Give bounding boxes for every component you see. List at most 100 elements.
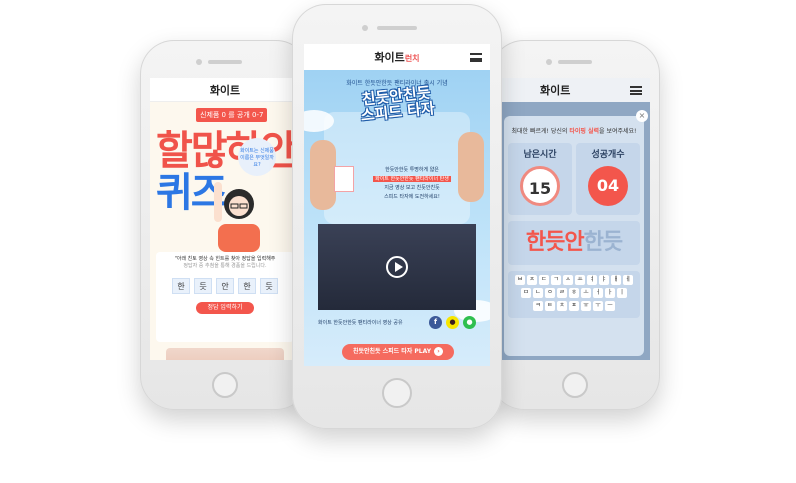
keyboard-key[interactable]: ㅗ xyxy=(581,288,591,298)
play-button-label: 친듯안친듯 스피드 타자 PLAY xyxy=(352,348,432,355)
keyboard-key[interactable]: ㅐ xyxy=(611,275,621,285)
keyboard-key[interactable]: ㅋ xyxy=(533,301,543,311)
speaker xyxy=(377,26,417,30)
success-value: 04 xyxy=(588,166,628,206)
event-page: 화이트 한듯안한듯 팬티라이너 출시 기념 친듯안친듯 스피드 타자 한듯안한듯… xyxy=(304,70,490,366)
answer-tile[interactable]: 듯 xyxy=(260,278,278,294)
game-instruction: 최대한 빠르게! 당신의 타이핑 실력을 보여주세요! xyxy=(504,116,644,135)
game-overlay: 최대한 빠르게! 당신의 타이핑 실력을 보여주세요! 남은시간 15 성공개수… xyxy=(500,102,650,360)
model-photo xyxy=(166,348,284,360)
logo-tag: 런치 xyxy=(404,54,420,63)
video-player[interactable] xyxy=(318,224,476,310)
keyboard-key[interactable]: ㅛ xyxy=(575,275,585,285)
desc-line: 지금 영상 보고 친듯안친듯 xyxy=(384,185,440,191)
play-icon[interactable] xyxy=(386,256,408,278)
close-icon[interactable]: × xyxy=(636,110,648,122)
keyboard-key[interactable]: ㅓ xyxy=(593,288,603,298)
keyboard-key[interactable]: ㅕ xyxy=(587,275,597,285)
keyboard-key[interactable]: ㄹ xyxy=(557,288,567,298)
keyboard-row: ㅋㅌㅊㅍㅠㅜㅡ xyxy=(512,301,636,311)
success-label: 성공개수 xyxy=(591,150,625,160)
phone-center: 화이트런치 화이트 한듯안한듯 팬티라이너 출시 기념 친듯안친듯 스피드 타자… xyxy=(292,4,502,429)
camera-dot xyxy=(196,59,202,65)
answer-tile[interactable]: 한 xyxy=(238,278,256,294)
keyboard-key[interactable]: ㅔ xyxy=(623,275,633,285)
brand-logo[interactable]: 화이트 xyxy=(210,82,240,98)
keyboard-key[interactable]: ㅜ xyxy=(593,301,603,311)
game-stats: 남은시간 15 성공개수 04 xyxy=(504,135,644,215)
time-value: 15 xyxy=(520,166,560,206)
kakao-icon[interactable]: ● xyxy=(446,316,459,329)
keyboard-key[interactable]: ㅅ xyxy=(563,275,573,285)
desc-line: 한듯안한듯 투명하게 얇은 xyxy=(385,167,439,173)
keyboard-key[interactable]: ㅎ xyxy=(569,288,579,298)
card-subtext: 정답자 중 추첨을 통해 경품을 드립니다. xyxy=(183,263,267,269)
left-hand-image xyxy=(310,140,336,210)
share-row: 화이트 한듯안한듯 팬티라이너 영상 공유 f ● ● xyxy=(318,316,476,329)
site-header: 화이트런치 xyxy=(304,44,490,70)
camera-dot xyxy=(546,59,552,65)
play-game-button[interactable]: 친듯안친듯 스피드 타자 PLAY › xyxy=(342,344,454,360)
keyboard-key[interactable]: ㄱ xyxy=(551,275,561,285)
menu-icon[interactable] xyxy=(470,53,482,62)
speaker xyxy=(558,60,592,64)
logo-text: 화이트 xyxy=(374,51,405,64)
desc-highlight: 화이트 한듯안한듯 팬티라이너 탄생 xyxy=(373,176,451,182)
brand-logo[interactable]: 화이트 xyxy=(540,82,570,98)
hangul-keyboard: ㅂㅈㄷㄱㅅㅛㅕㅑㅐㅔㅁㄴㅇㄹㅎㅗㅓㅏㅣㅋㅌㅊㅍㅠㅜㅡ xyxy=(508,271,640,318)
instruction-text: 최대한 빠르게! 당신의 xyxy=(511,128,570,135)
event-description: 한듯안한듯 투명하게 얇은 화이트 한듯안한듯 팬티라이너 탄생 지금 영상 보… xyxy=(364,166,460,202)
keyboard-row: ㅁㄴㅇㄹㅎㅗㅓㅏㅣ xyxy=(512,288,636,298)
phone-right: 화이트 최대한 빠르게! 당신의 타이핑 실력을 보여주세요! 남은시간 15 … xyxy=(490,40,660,410)
right-hand-image xyxy=(458,132,484,202)
submit-answer-button[interactable]: 정답 입력하기 xyxy=(196,302,254,314)
answer-tile[interactable]: 듯 xyxy=(194,278,212,294)
keyboard-key[interactable]: ㅂ xyxy=(515,275,525,285)
question-bubble: 화이트는 신제품 이름은 무엇일까요? xyxy=(238,138,276,176)
keyboard-key[interactable]: ㅈ xyxy=(527,275,537,285)
facebook-icon[interactable]: f xyxy=(429,316,442,329)
keyboard-row: ㅂㅈㄷㄱㅅㅛㅕㅑㅐㅔ xyxy=(512,275,636,285)
speaker xyxy=(208,60,242,64)
woman-illustration xyxy=(214,182,260,252)
site-header: 화이트 xyxy=(500,78,650,102)
brand-logo[interactable]: 화이트런치 xyxy=(374,49,419,65)
typing-game-screen: 화이트 최대한 빠르게! 당신의 타이핑 실력을 보여주세요! 남은시간 15 … xyxy=(500,78,650,360)
arrow-right-icon: › xyxy=(434,347,444,356)
answer-tile[interactable]: 안 xyxy=(216,278,234,294)
keyboard-key[interactable]: ㅊ xyxy=(557,301,567,311)
keyboard-key[interactable]: ㅏ xyxy=(605,288,615,298)
keyboard-key[interactable]: ㅌ xyxy=(545,301,555,311)
quiz-screen: 화이트 신제품 0 를 공개 0-7 할많하안 퀴즈 화이트는 신제품 이름은 … xyxy=(150,78,300,360)
mockup-stage: 화이트 신제품 0 를 공개 0-7 할많하안 퀴즈 화이트는 신제품 이름은 … xyxy=(0,0,796,483)
time-remaining-box: 남은시간 15 xyxy=(508,143,572,215)
quiz-page: 신제품 0 를 공개 0-7 할많하안 퀴즈 화이트는 신제품 이름은 무엇일까… xyxy=(150,102,300,360)
target-word: 한듯안한듯 xyxy=(508,221,640,265)
keyboard-key[interactable]: ㅑ xyxy=(599,275,609,285)
time-label: 남은시간 xyxy=(523,150,557,160)
keyboard-key[interactable]: ㅡ xyxy=(605,301,615,311)
event-main-screen: 화이트런치 화이트 한듯안한듯 팬티라이너 출시 기념 친듯안친듯 스피드 타자… xyxy=(304,44,490,366)
product-package-image xyxy=(334,166,354,192)
success-count-box: 성공개수 04 xyxy=(576,143,640,215)
menu-icon[interactable] xyxy=(630,85,642,95)
camera-dot xyxy=(362,25,368,31)
card-instruction: "아래 친토 영상 속 힌트를 찾아 정답을 입력해주 xyxy=(174,256,276,262)
keyboard-key[interactable]: ㄷ xyxy=(539,275,549,285)
keyboard-key[interactable]: ㅠ xyxy=(581,301,591,311)
game-panel: 최대한 빠르게! 당신의 타이핑 실력을 보여주세요! 남은시간 15 성공개수… xyxy=(504,116,644,356)
keyboard-key[interactable]: ㄴ xyxy=(533,288,543,298)
keyboard-key[interactable]: ㅣ xyxy=(617,288,627,298)
answer-card: "아래 친토 영상 속 힌트를 찾아 정답을 입력해주 정답자 중 추첨을 통해… xyxy=(156,252,294,342)
keyboard-key[interactable]: ㅁ xyxy=(521,288,531,298)
desc-line: 스피드 타자에 도전하세요! xyxy=(384,194,440,200)
answer-tiles: 한 듯 안 한 듯 xyxy=(160,278,290,294)
site-header: 화이트 xyxy=(150,78,300,102)
line-icon[interactable]: ● xyxy=(463,316,476,329)
keyboard-key[interactable]: ㅇ xyxy=(545,288,555,298)
phone-left: 화이트 신제품 0 를 공개 0-7 할많하안 퀴즈 화이트는 신제품 이름은 … xyxy=(140,40,310,410)
home-button xyxy=(212,372,238,398)
share-text: 화이트 한듯안한듯 팬티라이너 영상 공유 xyxy=(318,320,403,326)
answer-tile[interactable]: 한 xyxy=(172,278,190,294)
keyboard-key[interactable]: ㅍ xyxy=(569,301,579,311)
